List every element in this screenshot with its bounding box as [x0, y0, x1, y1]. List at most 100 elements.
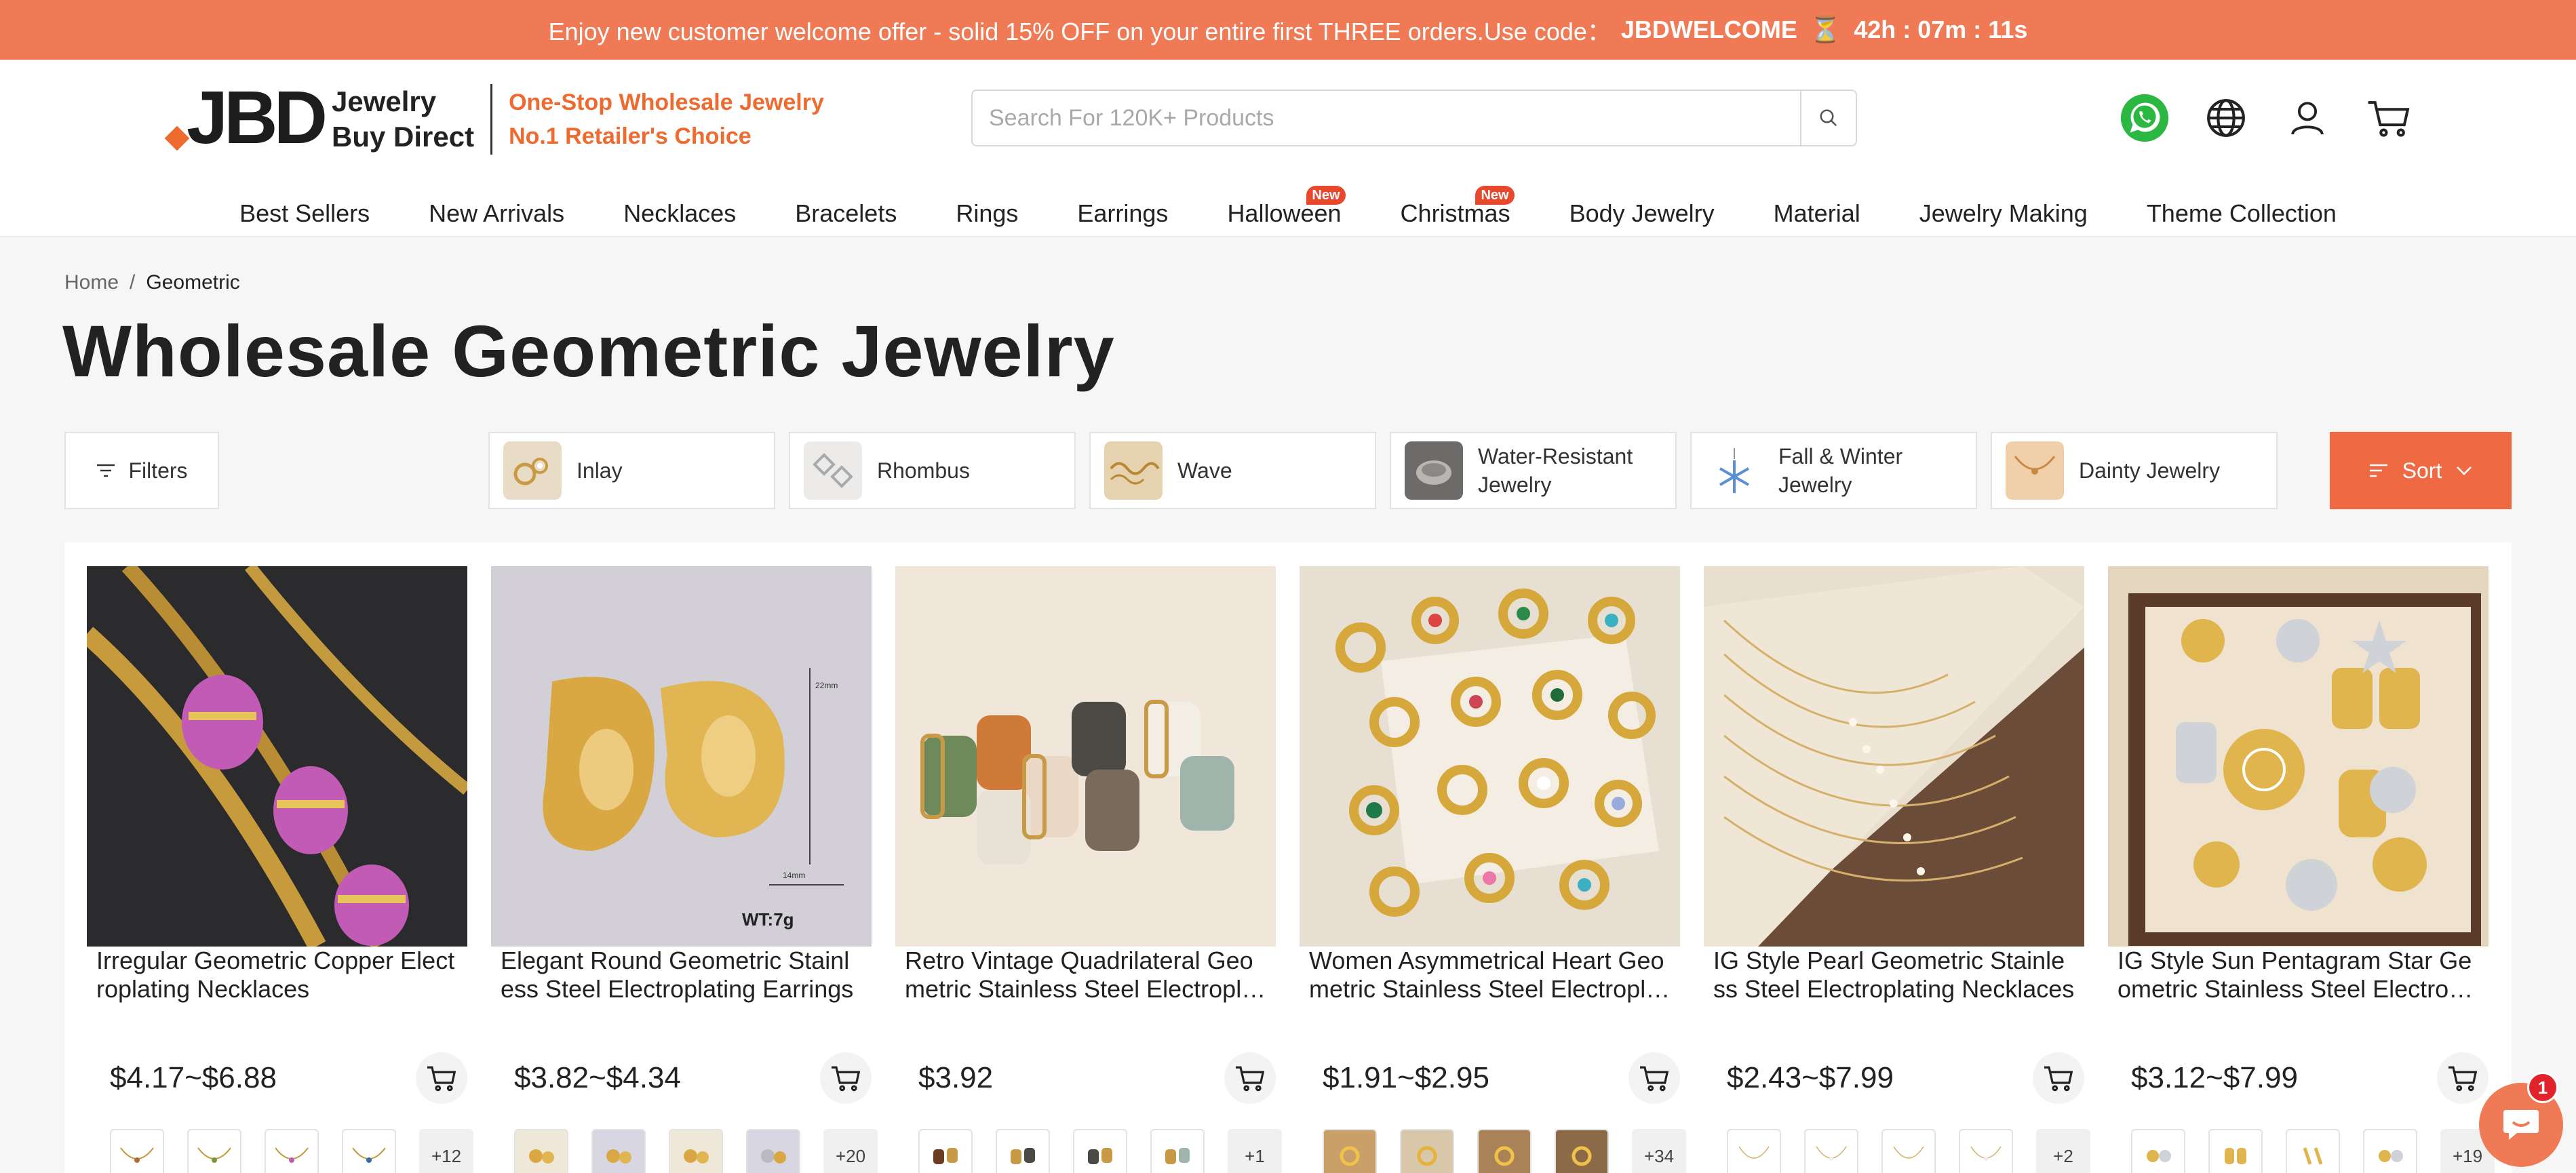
add-to-cart-button[interactable]	[820, 1052, 872, 1104]
product-title[interactable]: Women Asymmetrical Heart Geometric Stain…	[1309, 947, 1671, 1003]
variant-swatch[interactable]	[1804, 1129, 1858, 1173]
product-card[interactable]: Women Asymmetrical Heart Geometric Stain…	[1300, 566, 1686, 1173]
variant-swatch[interactable]	[591, 1129, 646, 1173]
nav-item-bracelets[interactable]: Bracelets	[795, 190, 897, 237]
more-variants-button[interactable]: +12	[419, 1129, 473, 1173]
product-image[interactable]	[2108, 566, 2489, 947]
product-image[interactable]	[1300, 566, 1680, 947]
account-button[interactable]	[2280, 91, 2335, 145]
variant-swatches: +12	[110, 1129, 473, 1173]
product-image[interactable]	[895, 566, 1276, 947]
variant-swatch[interactable]	[2286, 1129, 2340, 1173]
chip-dainty[interactable]: Dainty Jewelry	[1991, 432, 2278, 509]
variant-swatch[interactable]	[342, 1129, 396, 1173]
product-card[interactable]: Retro Vintage Quadrilateral Geometric St…	[895, 566, 1282, 1173]
cart-icon	[1236, 1066, 1265, 1092]
whatsapp-button[interactable]	[2118, 91, 2172, 145]
sort-button[interactable]: Sort	[2330, 432, 2512, 509]
product-title[interactable]: Irregular Geometric Copper Electroplatin…	[96, 947, 458, 1003]
variant-swatches: +1	[918, 1129, 1282, 1173]
search-button[interactable]	[1800, 91, 1856, 145]
more-variants-button[interactable]: +34	[1632, 1129, 1686, 1173]
more-variants-button[interactable]: +20	[823, 1129, 878, 1173]
variant-swatch[interactable]	[918, 1129, 973, 1173]
product-title[interactable]: IG Style Sun Pentagram Star Geometric St…	[2118, 947, 2479, 1003]
variant-swatch[interactable]	[1400, 1129, 1454, 1173]
user-icon	[2291, 102, 2324, 135]
variant-swatch[interactable]	[1477, 1129, 1531, 1173]
variant-swatch[interactable]	[1555, 1129, 1609, 1173]
filters-button[interactable]: Filters	[64, 432, 219, 509]
variant-swatch[interactable]	[996, 1129, 1050, 1173]
add-to-cart-button[interactable]	[2437, 1052, 2489, 1104]
new-badge: New	[1475, 186, 1515, 205]
nav-item-body-jewelry[interactable]: Body Jewelry	[1569, 190, 1715, 237]
header-icons	[2118, 91, 2416, 145]
variant-swatch[interactable]	[1727, 1129, 1781, 1173]
add-to-cart-button[interactable]	[1628, 1052, 1680, 1104]
language-button[interactable]	[2199, 91, 2253, 145]
promo-timer: 42h : 07m : 11s	[1854, 16, 2028, 43]
add-to-cart-button[interactable]	[1224, 1052, 1276, 1104]
product-image[interactable]	[87, 566, 467, 947]
product-title[interactable]: IG Style Pearl Geometric Stainless Steel…	[1713, 947, 2075, 1003]
nav-item-jewelry-making[interactable]: Jewelry Making	[1919, 190, 2088, 237]
promo-banner[interactable]: Enjoy new customer welcome offer - solid…	[0, 0, 2576, 60]
variant-swatch[interactable]	[1323, 1129, 1377, 1173]
site-header: JBD Jewelry Buy Direct One-Stop Wholesal…	[0, 60, 2576, 237]
variant-swatch[interactable]	[265, 1129, 319, 1173]
filter-icon	[97, 464, 115, 477]
variant-swatch[interactable]	[669, 1129, 723, 1173]
variant-swatch[interactable]	[2131, 1129, 2185, 1173]
nav-item-theme-collection[interactable]: Theme Collection	[2147, 190, 2337, 237]
product-card[interactable]: Irregular Geometric Copper Electroplatin…	[87, 566, 473, 1173]
variant-swatch[interactable]	[1959, 1129, 2013, 1173]
more-variants-button[interactable]: +1	[1228, 1129, 1282, 1173]
svg-text:14mm: 14mm	[783, 871, 805, 880]
product-card[interactable]: 22mm 14mm WT:7g Elegant Round Geometric …	[491, 566, 878, 1173]
chip-thumbnail	[503, 441, 562, 500]
variant-swatch[interactable]	[2208, 1129, 2263, 1173]
nav-item-rings[interactable]: Rings	[956, 190, 1018, 237]
add-to-cart-button[interactable]	[416, 1052, 467, 1104]
variant-swatch[interactable]	[1150, 1129, 1205, 1173]
variant-swatch[interactable]	[2363, 1129, 2417, 1173]
search-input[interactable]	[973, 91, 1800, 145]
variant-swatch[interactable]	[187, 1129, 241, 1173]
product-image[interactable]	[1704, 566, 2084, 947]
variant-swatch[interactable]	[1073, 1129, 1127, 1173]
variant-swatch[interactable]	[110, 1129, 164, 1173]
site-logo[interactable]: JBD Jewelry Buy Direct One-Stop Wholesal…	[164, 79, 824, 160]
product-card[interactable]: IG Style Pearl Geometric Stainless Steel…	[1704, 566, 2090, 1173]
chip-rhombus[interactable]: Rhombus	[789, 432, 1076, 509]
nav-item-earrings[interactable]: Earrings	[1077, 190, 1168, 237]
chip-fall-winter[interactable]: Fall & Winter Jewelry	[1690, 432, 1977, 509]
more-variants-button[interactable]: +2	[2036, 1129, 2090, 1173]
chip-water-resistant[interactable]: Water-Resistant Jewelry	[1390, 432, 1677, 509]
add-to-cart-button[interactable]	[2033, 1052, 2084, 1104]
product-title[interactable]: Elegant Round Geometric Stainless Steel …	[501, 947, 862, 1003]
product-card[interactable]: IG Style Sun Pentagram Star Geometric St…	[2108, 566, 2495, 1173]
variant-swatch[interactable]	[746, 1129, 800, 1173]
promo-text: Enjoy new customer welcome offer - solid…	[548, 18, 1612, 45]
page-title: Wholesale Geometric Jewelry	[62, 310, 1115, 392]
chip-inlay[interactable]: Inlay	[488, 432, 775, 509]
nav-item-necklaces[interactable]: Necklaces	[623, 190, 736, 237]
chip-wave[interactable]: Wave	[1089, 432, 1376, 509]
nav-item-halloween[interactable]: Halloween New	[1227, 186, 1346, 237]
cart-button[interactable]	[2362, 91, 2416, 145]
product-title[interactable]: Retro Vintage Quadrilateral Geometric St…	[905, 947, 1266, 1003]
new-badge: New	[1306, 186, 1346, 205]
breadcrumb-home[interactable]: Home	[64, 271, 119, 294]
variant-swatch[interactable]	[514, 1129, 568, 1173]
variant-swatches: +20	[514, 1129, 878, 1173]
cart-icon	[427, 1066, 456, 1092]
nav-item-material[interactable]: Material	[1774, 190, 1860, 237]
chip-thumbnail	[1705, 441, 1763, 500]
nav-item-new-arrivals[interactable]: New Arrivals	[429, 190, 564, 237]
product-image[interactable]: 22mm 14mm WT:7g	[491, 566, 872, 947]
nav-item-christmas[interactable]: Christmas New	[1401, 186, 1515, 237]
sort-icon	[2369, 464, 2387, 477]
nav-item-best-sellers[interactable]: Best Sellers	[239, 190, 370, 237]
variant-swatch[interactable]	[1881, 1129, 1936, 1173]
